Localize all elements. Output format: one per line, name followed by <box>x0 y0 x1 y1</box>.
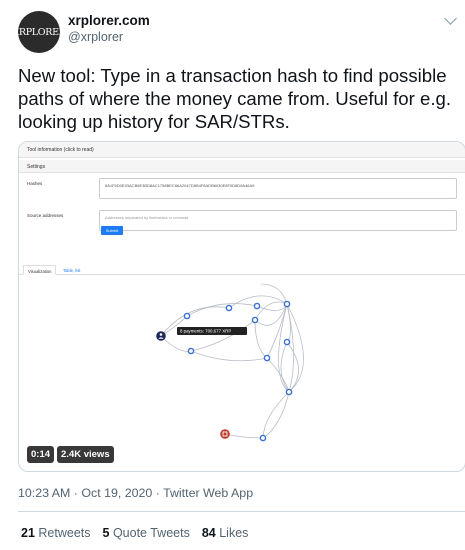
settings-header: Settings <box>19 160 465 173</box>
author-handle[interactable]: @xrplorer <box>68 30 123 44</box>
avatar[interactable]: XRPLORER <box>12 11 66 53</box>
retweets-count: 21 <box>21 526 35 540</box>
graph-node[interactable] <box>285 388 293 396</box>
tweet-text: New tool: Type in a transaction hash to … <box>18 65 452 132</box>
tab-table-list[interactable]: Table, list <box>59 265 84 275</box>
video-views-badge: 2.4K views <box>57 446 114 463</box>
graph-node[interactable] <box>259 434 267 442</box>
source-addresses-input[interactable]: Addresses separated by linebreaks or com… <box>99 210 457 231</box>
quotes-count: 5 <box>102 526 110 540</box>
end-node[interactable] <box>220 429 230 439</box>
graph-node[interactable] <box>283 338 291 346</box>
graph-node[interactable] <box>225 304 233 312</box>
tweet-stats: 21 Retweets 5 Quote Tweets 84 Likes <box>21 526 248 540</box>
graph-node[interactable] <box>187 347 195 355</box>
graph-node[interactable] <box>183 312 191 320</box>
graph-visualization[interactable]: 8 payments: 700,677 XRP <box>19 276 465 472</box>
likes-count: 84 <box>201 526 216 540</box>
graph-nodes <box>156 300 293 442</box>
tooltip-text: 8 payments: 700,677 XRP <box>180 329 231 334</box>
view-tabs: Visualization Table, list <box>19 263 465 275</box>
submit-button[interactable]: Submit <box>101 226 123 235</box>
tool-info-bar[interactable]: Tool information (click to read) <box>19 142 465 158</box>
graph-node[interactable] <box>283 300 291 308</box>
user-icon <box>159 333 163 336</box>
graph-node[interactable] <box>251 316 259 324</box>
tab-visualization[interactable]: Visualization <box>23 265 57 275</box>
tooltip: 8 payments: 700,677 XRP <box>177 327 247 335</box>
retweets-link[interactable]: 21 Retweets <box>21 526 91 540</box>
author-name[interactable]: xrplorer.com <box>68 13 150 28</box>
chevron-down-icon[interactable] <box>444 12 457 25</box>
video-time-badge: 0:14 <box>27 446 55 463</box>
likes-label: Likes <box>219 526 249 540</box>
quotes-label: Quote Tweets <box>112 526 190 540</box>
retweets-label: Retweets <box>38 526 91 540</box>
source-addresses-label: Source addresses <box>27 213 64 218</box>
video-media[interactable]: Tool information (click to read) Setting… <box>18 141 465 472</box>
hashes-input[interactable]: 6A1F5D0E03ACB6E3BD8AC1758BEC66A2047D8B4F… <box>99 178 457 199</box>
graph-node[interactable] <box>263 354 271 362</box>
hashes-label: Hashes <box>27 181 43 186</box>
quote-tweets-link[interactable]: 5 Quote Tweets <box>103 526 190 540</box>
graph-node[interactable] <box>253 302 261 310</box>
divider <box>18 511 465 512</box>
start-node[interactable] <box>156 331 166 341</box>
tweet-timestamp[interactable]: 10:23 AM · Oct 19, 2020 · Twitter Web Ap… <box>18 486 253 500</box>
graph-edges <box>160 283 304 439</box>
likes-link[interactable]: 84 Likes <box>202 526 249 540</box>
settings-form: Hashes 6A1F5D0E03ACB6E3BD8AC1758BEC66A20… <box>19 173 465 251</box>
